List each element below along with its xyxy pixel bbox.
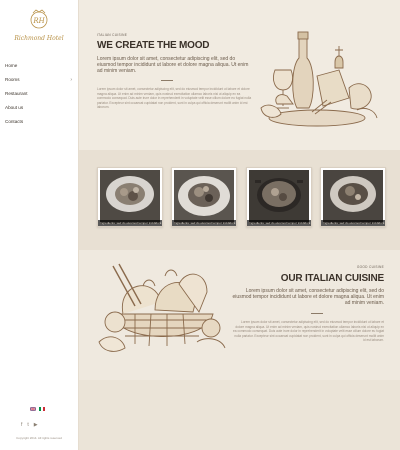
nav-item-label: Home [5, 63, 18, 68]
section-mood: ITALIAN CUISINE WE CREATE THE MOOD Lorem… [79, 0, 400, 150]
nav-item-home[interactable]: Home [0, 59, 78, 73]
dish-caption: Ingredients: sed do eiusmod tempor incid… [247, 220, 311, 226]
section-lead: Lorem ipsum dolor sit amet, consectetur … [97, 56, 249, 74]
dish-photo [249, 170, 309, 224]
gallery-item[interactable]: Ingredients: sed do eiusmod tempor incid… [97, 167, 163, 227]
twitter-icon[interactable]: t [27, 422, 28, 428]
section-lead: Lorem ipsum dolor sit amet, consectetur … [232, 288, 384, 306]
section-title: OUR ITALIAN CUISINE [280, 273, 384, 284]
section-body: Lorem ipsum dolor sit amet, consectetur … [97, 87, 252, 110]
section-cuisine: GOOD CUISINE OUR ITALIAN CUISINE Lorem i… [79, 250, 400, 380]
gallery-item[interactable]: Ingredients: sed do eiusmod tempor incid… [320, 167, 386, 227]
uk-flag-icon[interactable] [30, 407, 36, 411]
dish-caption: Ingredients: sed do eiusmod tempor incid… [321, 220, 385, 226]
language-switcher [30, 407, 45, 411]
nav-item-contacts[interactable]: Contacts [0, 115, 78, 129]
dish-caption: Ingredients: sed do eiusmod tempor incid… [172, 220, 236, 226]
dish-photo [174, 170, 234, 224]
nav-item-about[interactable]: About us [0, 101, 78, 115]
dish-caption: Ingredients: sed do eiusmod tempor incid… [98, 220, 162, 226]
divider [311, 313, 323, 314]
main-content: ITALIAN CUISINE WE CREATE THE MOOD Lorem… [79, 0, 400, 450]
section-body: Lorem ipsum dolor sit amet, consectetur … [233, 320, 384, 343]
section-title: WE CREATE THE MOOD [97, 40, 210, 51]
crest-icon: RH [30, 9, 48, 29]
dish-photo [323, 170, 383, 224]
copyright-text: Copyright 2014. All rights reserved [16, 436, 62, 440]
facebook-icon[interactable]: f [21, 422, 22, 428]
divider [161, 80, 173, 81]
section-kicker: GOOD CUISINE [356, 265, 384, 269]
nav-item-label: About us [5, 105, 24, 110]
gallery-item[interactable]: Ingredients: sed do eiusmod tempor incid… [246, 167, 312, 227]
footer-band [79, 380, 400, 450]
hotel-logo[interactable]: RH Richmond Hotel [8, 8, 70, 50]
main-nav: Home Rooms › Restaurant About us Contacts [0, 59, 78, 129]
svg-text:RH: RH [32, 17, 45, 25]
youtube-icon[interactable]: ▶ [34, 422, 38, 428]
nav-item-rooms[interactable]: Rooms › [0, 73, 78, 87]
chevron-right-icon: › [70, 77, 72, 83]
hotel-name: Richmond Hotel [14, 35, 64, 42]
nav-item-label: Contacts [5, 119, 24, 124]
wine-cheese-illustration [260, 31, 378, 127]
section-kicker: ITALIAN CUISINE [97, 33, 128, 37]
nav-item-label: Rooms [5, 77, 20, 82]
social-links: f t ▶ [21, 422, 38, 428]
nav-item-label: Restaurant [5, 91, 28, 96]
bread-basket-illustration [98, 263, 226, 352]
dish-photo [100, 170, 160, 224]
italy-flag-icon[interactable] [39, 407, 45, 411]
nav-item-restaurant[interactable]: Restaurant [0, 87, 78, 101]
gallery-item[interactable]: Ingredients: sed do eiusmod tempor incid… [171, 167, 237, 227]
sidebar: RH Richmond Hotel Home Rooms › Restaurant… [0, 0, 79, 450]
